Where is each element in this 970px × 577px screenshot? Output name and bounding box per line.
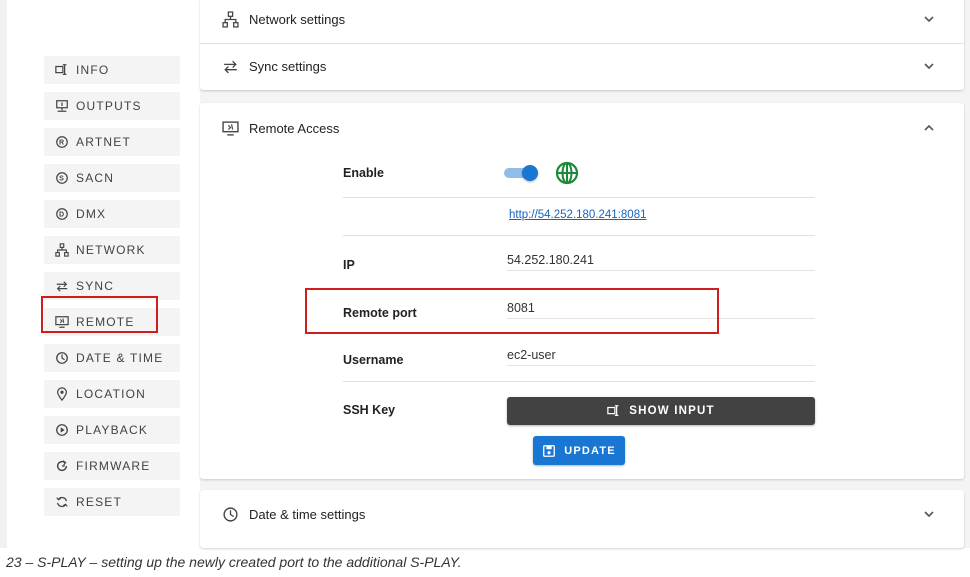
- sync-icon: [54, 278, 70, 294]
- form-divider: [343, 235, 815, 236]
- clock-icon: [221, 505, 239, 523]
- panel-sync-settings[interactable]: Sync settings: [200, 44, 964, 88]
- save-icon: [543, 444, 556, 457]
- svg-text:D: D: [59, 212, 65, 219]
- sidebar-item-label: SACN: [76, 171, 115, 185]
- sidebar-item-outputs[interactable]: OUTPUTS: [44, 92, 180, 120]
- remote-url-link[interactable]: http://54.252.180.241:8081: [509, 209, 646, 221]
- panel-date-time-settings: Date & time settings: [200, 490, 964, 548]
- globe-icon: [555, 161, 579, 185]
- ip-field-underline: [507, 270, 815, 271]
- output-icon: [54, 98, 70, 114]
- ip-field[interactable]: 54.252.180.241: [507, 253, 594, 267]
- settings-accordion-top: Network settings Sync settings: [200, 0, 964, 90]
- app-window: INFO OUTPUTS R ARTNET S SACN D DMX NETWO…: [7, 0, 970, 548]
- sidebar-item-info[interactable]: INFO: [44, 56, 180, 84]
- chevron-down-icon[interactable]: [922, 507, 936, 521]
- firmware-icon: [54, 458, 70, 474]
- form-divider: [343, 197, 815, 198]
- panel-network-settings[interactable]: Network settings: [200, 0, 964, 41]
- panel-title: Remote Access: [249, 120, 340, 136]
- sidebar-item-label: FIRMWARE: [76, 459, 151, 473]
- panel-remote-access-header[interactable]: Remote Access: [200, 106, 964, 150]
- sidebar-item-label: NETWORK: [76, 243, 146, 257]
- username-label: Username: [343, 353, 404, 367]
- panel-date-time-header[interactable]: Date & time settings: [200, 492, 964, 536]
- sidebar-item-label: INFO: [76, 63, 110, 77]
- network-icon: [221, 10, 239, 28]
- sidebar-item-label: DMX: [76, 207, 107, 221]
- figure-caption: 23 – S-PLAY – setting up the newly creat…: [6, 554, 462, 570]
- sidebar-item-label: LOCATION: [76, 387, 147, 401]
- show-input-button[interactable]: SHOW INPUT: [507, 397, 815, 425]
- page-left-strip: [0, 0, 7, 548]
- chevron-down-icon[interactable]: [922, 12, 936, 26]
- clock-icon: [54, 350, 70, 366]
- dmx-icon: D: [54, 206, 70, 222]
- network-icon: [54, 242, 70, 258]
- panel-title: Date & time settings: [249, 506, 366, 522]
- enable-label: Enable: [343, 166, 384, 180]
- sidebar-item-label: OUTPUTS: [76, 99, 142, 113]
- input-icon: [54, 62, 70, 78]
- sidebar-item-artnet[interactable]: R ARTNET: [44, 128, 180, 156]
- sidebar-item-label: DATE & TIME: [76, 351, 164, 365]
- sidebar-item-label: PLAYBACK: [76, 423, 149, 437]
- sacn-icon: S: [54, 170, 70, 186]
- toggle-knob: [522, 165, 538, 181]
- ssh-key-label: SSH Key: [343, 403, 396, 417]
- sidebar-item-label: ARTNET: [76, 135, 131, 149]
- play-circle-icon: [54, 422, 70, 438]
- location-pin-icon: [54, 386, 70, 402]
- ip-label: IP: [343, 258, 355, 272]
- sync-icon: [221, 57, 239, 75]
- sidebar-item-sacn[interactable]: S SACN: [44, 164, 180, 192]
- sidebar: INFO OUTPUTS R ARTNET S SACN D DMX NETWO…: [7, 0, 200, 548]
- sidebar-item-dmx[interactable]: D DMX: [44, 200, 180, 228]
- panel-title: Sync settings: [249, 58, 327, 74]
- sidebar-item-playback[interactable]: PLAYBACK: [44, 416, 180, 444]
- sidebar-item-firmware[interactable]: FIRMWARE: [44, 452, 180, 480]
- chevron-down-icon[interactable]: [922, 59, 936, 73]
- form-divider: [343, 381, 815, 382]
- sidebar-item-reset[interactable]: RESET: [44, 488, 180, 516]
- sidebar-item-network[interactable]: NETWORK: [44, 236, 180, 264]
- highlight-box-remote: [41, 296, 158, 333]
- sidebar-item-label: RESET: [76, 495, 123, 509]
- chevron-up-icon[interactable]: [922, 121, 936, 135]
- sidebar-item-date-time[interactable]: DATE & TIME: [44, 344, 180, 372]
- username-field-underline: [507, 365, 815, 366]
- update-button[interactable]: UPDATE: [533, 436, 625, 465]
- svg-text:S: S: [59, 176, 65, 183]
- svg-text:R: R: [59, 140, 65, 147]
- artnet-icon: R: [54, 134, 70, 150]
- reset-icon: [54, 494, 70, 510]
- show-input-label: SHOW INPUT: [629, 405, 715, 417]
- username-field[interactable]: ec2-user: [507, 348, 556, 362]
- remote-icon: [221, 119, 239, 137]
- sidebar-item-location[interactable]: LOCATION: [44, 380, 180, 408]
- input-icon: [607, 405, 619, 416]
- highlight-box-remote-port: [305, 288, 719, 334]
- sidebar-item-label: SYNC: [76, 279, 115, 293]
- update-label: UPDATE: [564, 444, 616, 457]
- panel-title: Network settings: [249, 11, 346, 27]
- enable-toggle[interactable]: [504, 165, 538, 181]
